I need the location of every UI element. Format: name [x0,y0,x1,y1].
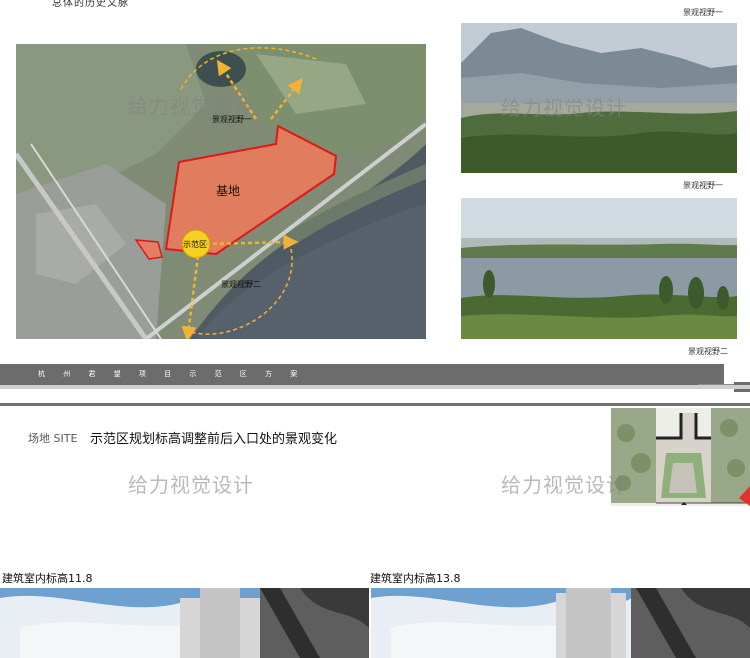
render-right-caption: 建筑室内标高13.8 [370,572,461,585]
watermark-map: 给力视觉设计 [128,94,254,118]
render-left-graphic [0,588,369,658]
site-map: 基地 示范区 景观视野一 景观视野二 [16,44,426,339]
demo-area-label: 示范区 [183,240,207,249]
render-right-graphic [371,588,750,658]
watermark-left: 给力视觉设计 [128,473,254,497]
photo2-caption-bottom: 景观视野二 [688,347,728,356]
landscape-photo-2-graphic [461,198,737,339]
site-plan-graphic [611,408,750,506]
landscape-photo-2 [461,198,737,339]
top-cropped-heading: 总体的历史文脉 [52,0,129,9]
photo1-caption: 景观视野一 [683,8,723,17]
site-label: 场地 SITE [28,432,78,445]
photo2-caption-top: 景观视野一 [683,181,723,190]
site-plan-thumbnail [611,408,750,506]
title-bar-text: 杭 州 君 望 项 目 示 范 区 方 案 [38,370,298,378]
site-title: 示范区规划标高调整前后入口处的景观变化 [90,432,338,447]
title-bar-underline [0,385,750,389]
render-left-caption: 建筑室内标高11.8 [2,572,93,585]
watermark-photo: 给力视觉设计 [501,96,627,120]
map-view2-label: 景观视野二 [221,280,261,289]
base-label: 基地 [216,184,241,198]
render-right [371,588,750,658]
watermark-right: 给力视觉设计 [501,473,627,497]
title-bar-bottom-rule [0,403,750,406]
render-left [0,588,369,658]
